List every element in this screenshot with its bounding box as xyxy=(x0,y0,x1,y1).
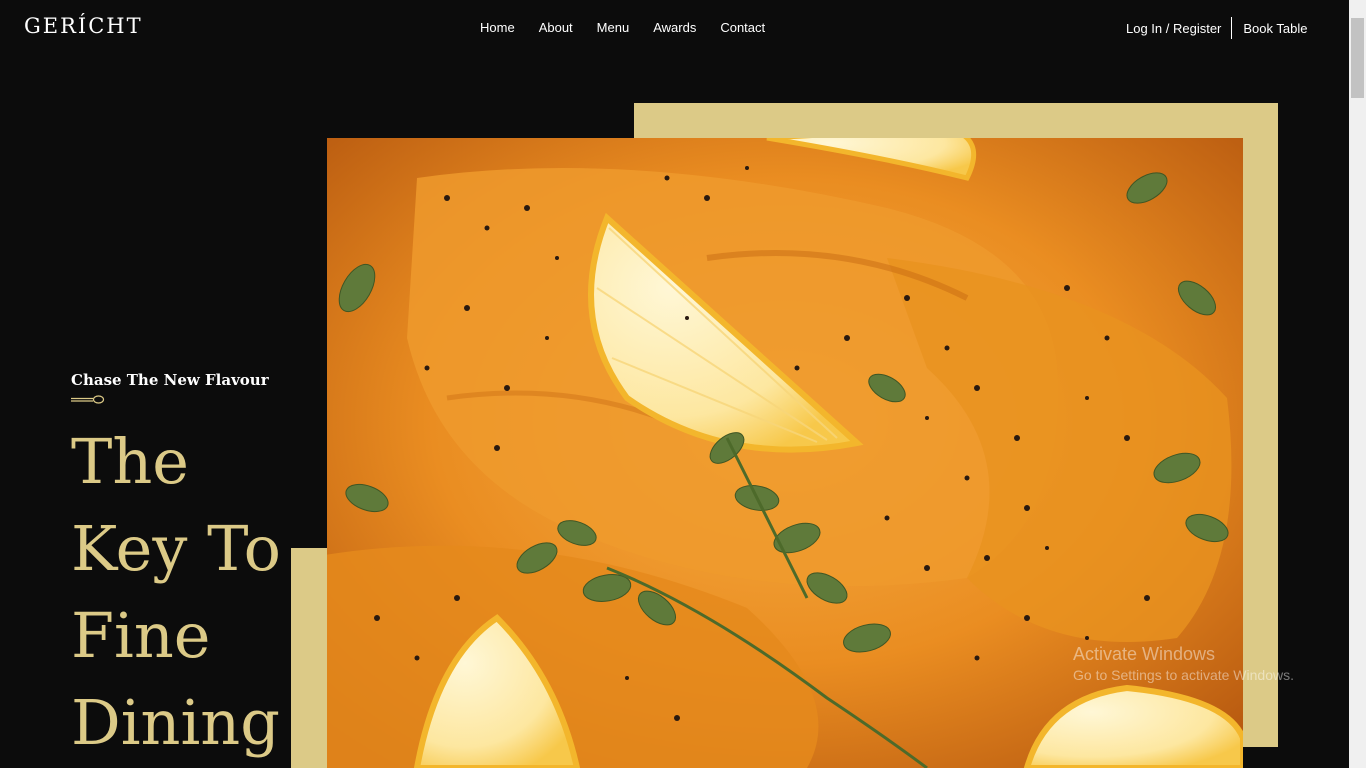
watermark-title: Activate Windows xyxy=(1073,644,1216,664)
navbar: GERÍCHT Home About Menu Awards Contact L… xyxy=(0,0,1349,56)
hero-title: The Key To Fine Dining xyxy=(71,418,291,766)
hero-subtitle: Chase The New Flavour xyxy=(71,371,269,389)
watermark-subtitle: Go to Settings to activate Windows. xyxy=(1073,667,1294,683)
nav-links: Home About Menu Awards Contact xyxy=(480,19,765,37)
login-register-link[interactable]: Log In / Register xyxy=(1126,21,1221,36)
windows-activation-watermark: Activate Windows Go to Settings to activ… xyxy=(1073,644,1294,683)
nav-divider xyxy=(1231,17,1233,39)
spoon-icon xyxy=(71,395,105,404)
hero-title-line: Fine xyxy=(71,599,211,672)
nav-link-awards[interactable]: Awards xyxy=(653,20,696,35)
nav-link-home[interactable]: Home xyxy=(480,20,515,35)
nav-link-menu[interactable]: Menu xyxy=(597,20,630,35)
brand-logo[interactable]: GERÍCHT xyxy=(24,14,143,38)
scrollbar-thumb[interactable] xyxy=(1351,18,1364,98)
scrollbar-track[interactable] xyxy=(1349,0,1366,768)
hero-title-line: Key To xyxy=(71,512,281,585)
nav-link-about[interactable]: About xyxy=(539,20,573,35)
hero-title-line: Dining xyxy=(71,686,280,759)
nav-actions: Log In / Register Book Table xyxy=(1126,17,1307,39)
nav-link-contact[interactable]: Contact xyxy=(720,20,765,35)
book-table-link[interactable]: Book Table xyxy=(1243,21,1307,36)
hero-title-line: The xyxy=(71,425,189,498)
